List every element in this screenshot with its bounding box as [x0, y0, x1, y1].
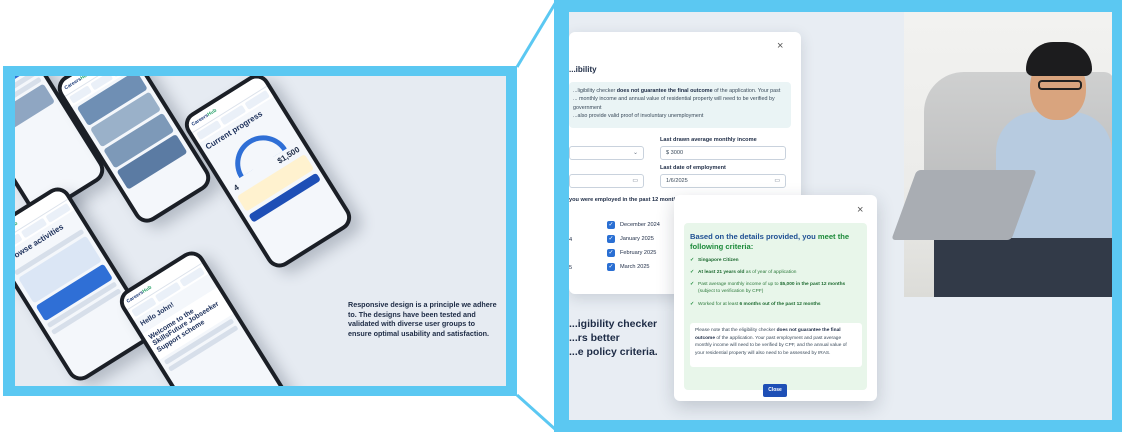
result-disclaimer: Please note that the eligibility checker…: [690, 323, 862, 367]
month-checkbox[interactable]: ✓ January 2025: [607, 235, 654, 243]
check-icon: ✓: [690, 270, 695, 275]
laptop-shape: [891, 170, 1037, 240]
income-input[interactable]: $ 3000: [660, 146, 786, 160]
person-glasses: [1038, 80, 1082, 90]
checkbox-icon: ✓: [607, 249, 615, 257]
person-legs: [934, 238, 1112, 297]
result-title: Based on the details provided, you meet …: [690, 232, 850, 251]
phone-screen: CareersHub Current progress 4 $1,500: [185, 76, 351, 268]
income-label: Last drawn average monthly income: [660, 137, 757, 143]
criteria-item: ✓ At least 21 years old as of year of ap…: [690, 270, 797, 275]
employment-date-input[interactable]: 1/6/2025 ▭: [660, 174, 786, 188]
calendar-icon: ▭: [774, 178, 780, 184]
eligibility-result-modal: × Based on the details provided, you mee…: [674, 195, 877, 401]
hero-photo: [891, 12, 1112, 297]
truncated-label: 4: [569, 237, 573, 243]
phone-screen: CareersHub Hello John! Welcome to the Sk…: [120, 251, 286, 386]
checkbox-icon: ✓: [607, 263, 615, 271]
chevron-down-icon: ⌄: [632, 150, 638, 156]
close-button[interactable]: Close: [763, 384, 787, 397]
form-title: ...ibility: [569, 65, 597, 74]
section-headline: ...igibility checker ...rs better ...e p…: [569, 317, 658, 360]
headline-line: ...rs better: [569, 332, 620, 345]
month-checkbox[interactable]: ✓ February 2025: [607, 249, 656, 257]
checkbox-icon: ✓: [607, 235, 615, 243]
close-icon[interactable]: ×: [777, 41, 783, 52]
truncated-label: 5: [569, 265, 573, 271]
phone-screen: CareersHub Browse activities: [15, 187, 152, 381]
showcase-caption: Responsive design is a principle we adhe…: [348, 300, 497, 339]
criteria-item: ✓ Worked for at least 6 months out of th…: [690, 302, 821, 307]
month-checkbox[interactable]: ✓ March 2025: [607, 263, 650, 271]
employed-question: you were employed in the past 12 months.: [569, 197, 682, 203]
mobile-showcase: CareersHub CareersHub: [15, 76, 506, 386]
check-icon: ✓: [690, 258, 695, 263]
date-field[interactable]: ▭: [569, 174, 644, 188]
connector-top: [515, 1, 558, 68]
mobile-showcase-frame: CareersHub CareersHub: [3, 66, 517, 396]
check-icon: ✓: [690, 282, 695, 287]
showcase-canvas: CareersHub CareersHub: [0, 0, 1122, 432]
close-icon[interactable]: ×: [857, 205, 863, 216]
checkbox-icon: ✓: [607, 221, 615, 229]
connector-bottom: [515, 393, 558, 432]
dropdown-field[interactable]: ⌄: [569, 146, 644, 160]
check-icon: ✓: [690, 302, 695, 307]
person-hair: [1026, 42, 1092, 76]
month-checkbox[interactable]: ✓ December 2024: [607, 221, 660, 229]
criteria-item: ✓ Singapore Citizen: [690, 258, 739, 263]
criteria-item: ✓ Past average monthly income of up to $…: [690, 282, 846, 295]
form-disclaimer: ...ligibility checker does not guarantee…: [569, 82, 791, 128]
headline-line: ...igibility checker: [569, 318, 658, 330]
phone-mockup: CareersHub Hello John! Welcome to the Sk…: [114, 246, 292, 386]
progress-count: 4: [231, 182, 241, 193]
employment-date-label: Last date of employment: [660, 165, 726, 171]
headline-line: ...e policy criteria.: [569, 346, 658, 359]
desktop-showcase-frame: × ...ibility ...ligibility checker does …: [554, 0, 1122, 432]
calendar-icon: ▭: [632, 178, 638, 184]
desktop-showcase: × ...ibility ...ligibility checker does …: [569, 12, 1112, 420]
